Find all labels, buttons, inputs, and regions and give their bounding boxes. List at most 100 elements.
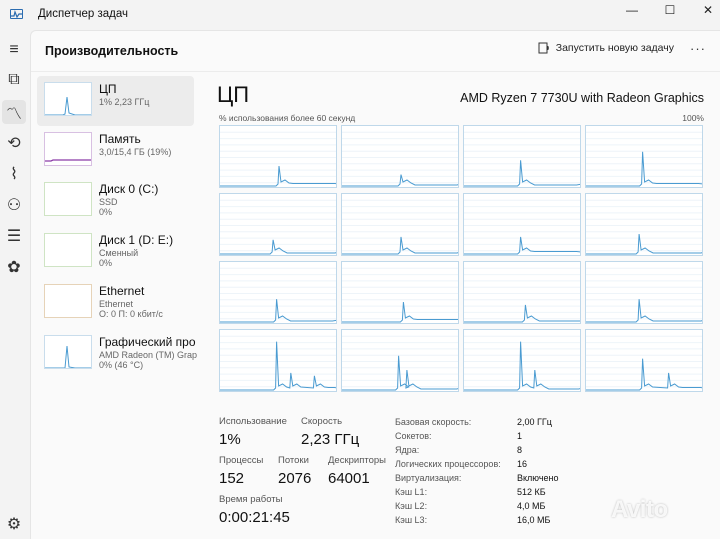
threads-label: Потоки	[278, 455, 309, 466]
device-name: ЦП	[99, 82, 117, 96]
logical-processor-graph	[341, 193, 459, 256]
usage-value: 1%	[219, 431, 241, 448]
more-options-button[interactable]: ···	[690, 41, 706, 56]
device-name: Память	[99, 132, 141, 146]
close-button[interactable]: ✕	[688, 0, 720, 20]
run-new-task-label: Запустить новую задачу	[555, 42, 674, 54]
performance-panel: Производительность Запустить новую задач…	[30, 30, 720, 539]
device-detail: SSD	[99, 197, 118, 207]
cpu-title: ЦП	[217, 82, 250, 107]
graph-max-label: 100%	[682, 113, 704, 123]
logical-processor-graph	[585, 193, 703, 256]
logical-processor-graph	[219, 193, 337, 256]
logical-processor-graph	[585, 125, 703, 188]
logical-processor-graph	[341, 261, 459, 324]
title-bar: Диспетчер задач — ☐ ✕	[0, 0, 720, 30]
cpu-usage-line	[464, 304, 580, 323]
cpu-usage-line	[342, 236, 458, 255]
spec-value: 2,00 ГГц	[517, 417, 552, 427]
settings-icon[interactable]: ⚙	[2, 512, 26, 536]
logical-processor-graph	[585, 329, 703, 392]
logical-processor-graph	[341, 125, 459, 188]
spec-key: Кэш L1:	[395, 487, 428, 497]
page-title: Производительность	[45, 44, 179, 58]
device-detail: 3,0/15,4 ГБ (19%)	[99, 147, 172, 157]
cpu-usage-line	[342, 355, 458, 391]
navigation-rail: ≡ ⧉ 〽 ⟲ ⌇ ⚇ ☰ ✿ ⚙	[0, 30, 28, 539]
ethernet-thumbnail-graph	[44, 284, 92, 318]
device-item-disk1[interactable]: Диск 1 (D: E:) Сменный 0%	[37, 227, 194, 277]
device-usage: 0%	[99, 207, 113, 217]
logical-processor-graph	[219, 261, 337, 324]
spec-key: Базовая скорость:	[395, 417, 472, 427]
logical-processor-graphs	[219, 125, 707, 395]
device-detail: AMD Radeon (TM) Grap	[99, 350, 198, 360]
spec-value: 8	[517, 445, 523, 455]
app-history-icon[interactable]: ⟲	[2, 131, 26, 155]
logical-processor-graph	[463, 125, 581, 188]
device-name: Ethernet	[99, 284, 145, 298]
device-name: Диск 0 (C:)	[99, 182, 159, 196]
spec-value: 512 КБ	[517, 487, 546, 497]
logical-processor-graph	[341, 329, 459, 392]
performance-icon[interactable]: 〽	[2, 100, 26, 124]
speed-value: 2,23 ГГц	[301, 431, 360, 448]
menu-icon[interactable]: ≡	[2, 38, 26, 62]
device-item-gpu[interactable]: Графический про AMD Radeon (TM) Grap 0% …	[37, 329, 198, 379]
processes-label: Процессы	[219, 455, 264, 466]
logical-processor-graph	[219, 329, 337, 392]
cpu-model: AMD Ryzen 7 7730U with Radeon Graphics	[460, 91, 704, 105]
spec-key: Логических процессоров:	[395, 459, 501, 469]
gpu-thumbnail-graph	[44, 335, 92, 369]
cpu-usage-line	[464, 236, 580, 255]
minimize-button[interactable]: —	[612, 0, 652, 20]
logical-processor-graph	[463, 329, 581, 392]
device-item-ethernet[interactable]: Ethernet Ethernet О: 0 П: 0 кбит/с	[37, 278, 194, 328]
users-icon[interactable]: ⚇	[2, 193, 26, 217]
device-item-disk0[interactable]: Диск 0 (C:) SSD 0%	[37, 176, 194, 226]
disk0-thumbnail-graph	[44, 182, 92, 216]
run-new-task-button[interactable]: Запустить новую задачу	[538, 42, 674, 54]
usage-label: Использование	[219, 416, 287, 427]
device-item-memory[interactable]: Память 3,0/15,4 ГБ (19%)	[37, 126, 194, 176]
logical-processor-graph	[463, 261, 581, 324]
details-icon[interactable]: ☰	[2, 224, 26, 248]
spec-key: Кэш L2:	[395, 501, 428, 511]
run-task-icon	[538, 42, 549, 54]
processes-icon[interactable]: ⧉	[2, 68, 26, 92]
disk1-thumbnail-graph	[44, 233, 92, 267]
device-detail: Ethernet	[99, 299, 134, 309]
speed-label: Скорость	[301, 416, 343, 427]
device-usage: 0% (46 °C)	[99, 360, 144, 370]
spec-value: 1	[517, 431, 523, 441]
logical-processor-graph	[463, 193, 581, 256]
maximize-button[interactable]: ☐	[650, 0, 690, 20]
spec-key: Ядра:	[395, 445, 420, 455]
task-manager-app-icon	[10, 9, 23, 19]
spec-value: 16,0 МБ	[517, 515, 551, 525]
device-item-cpu[interactable]: ЦП 1% 2,23 ГГц	[37, 76, 194, 126]
device-detail: 1% 2,23 ГГц	[99, 97, 150, 107]
threads-value: 2076	[278, 470, 312, 487]
cpu-usage-line	[220, 239, 336, 255]
device-usage: 0%	[99, 258, 113, 268]
header-divider	[31, 71, 720, 72]
services-icon[interactable]: ✿	[2, 255, 26, 279]
logical-processor-graph	[219, 125, 337, 188]
spec-key: Кэш L3:	[395, 515, 428, 525]
memory-thumbnail-graph	[44, 132, 92, 166]
device-detail: Сменный	[99, 248, 139, 258]
cpu-usage-line	[586, 151, 702, 187]
spec-value: Включено	[517, 473, 559, 483]
startup-icon[interactable]: ⌇	[2, 162, 26, 186]
spec-value: 4,0 МБ	[517, 501, 546, 511]
spec-value: 16	[517, 459, 528, 469]
avito-watermark: Avito	[611, 496, 668, 523]
cpu-thumbnail-graph	[44, 82, 92, 116]
uptime-label: Время работы	[219, 494, 283, 505]
graph-caption: % использования более 60 секунд	[219, 113, 356, 123]
logical-processor-graph	[585, 261, 703, 324]
handles-label: Дескрипторы	[328, 455, 386, 466]
window-title: Диспетчер задач	[38, 8, 128, 20]
device-name: Графический про	[99, 335, 196, 349]
